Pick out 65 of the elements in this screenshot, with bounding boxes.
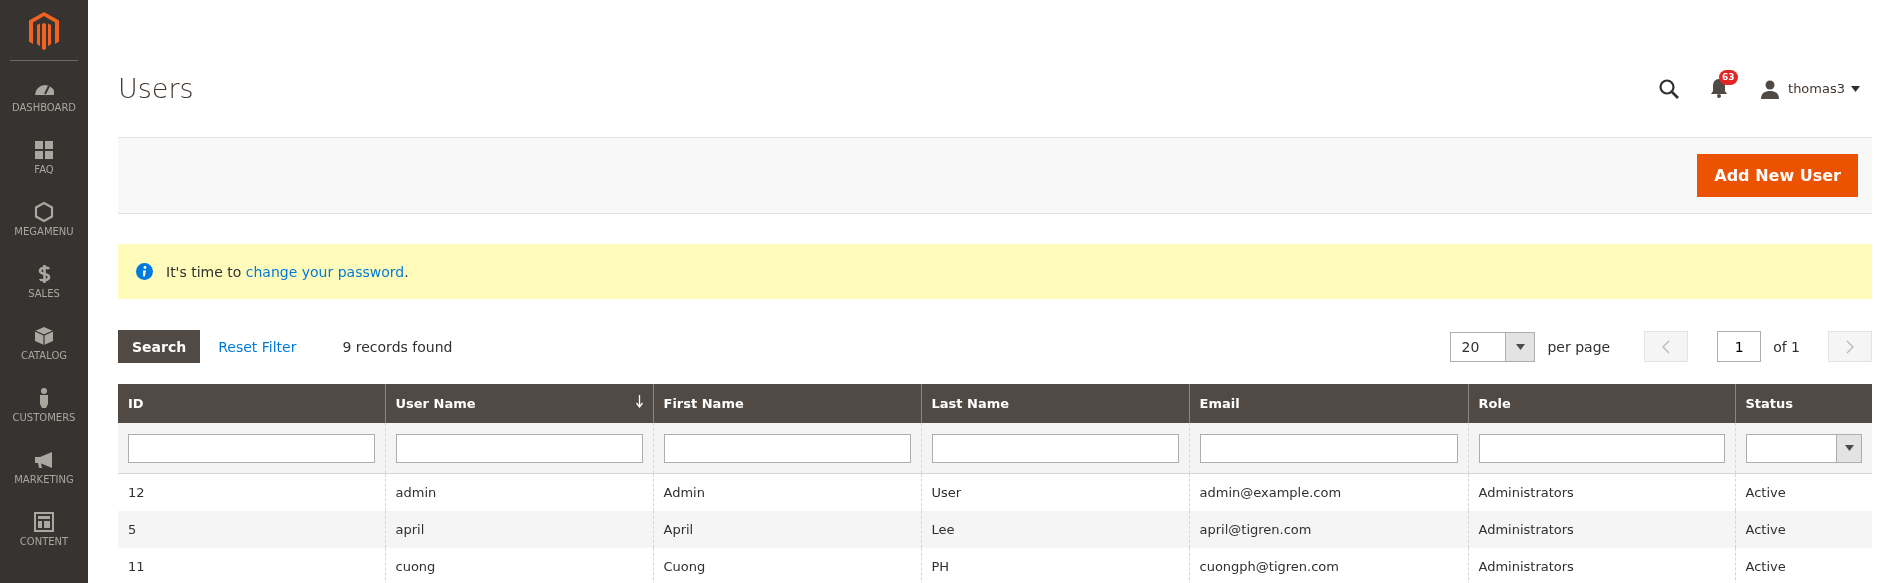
hexagon-icon xyxy=(33,201,55,223)
filter-field[interactable] xyxy=(128,433,375,463)
column-header[interactable]: Email xyxy=(1189,384,1468,423)
caret-icon xyxy=(1844,445,1854,451)
table-cell: Administrators xyxy=(1468,511,1735,548)
password-link[interactable]: change your password xyxy=(245,263,405,280)
per-page-select[interactable]: 20 xyxy=(1450,331,1536,362)
page-total: of 1 xyxy=(1773,338,1800,355)
table-cell: april@tigren.com xyxy=(1189,511,1468,548)
sidebar-item[interactable]: MEGAMENU xyxy=(0,197,88,259)
column-header[interactable]: First Name xyxy=(653,384,921,423)
user-name[interactable]: thomas3 xyxy=(1788,81,1845,96)
search-icon[interactable] xyxy=(1658,77,1681,100)
message-text: It's time to change your password. xyxy=(166,263,409,280)
filter-field[interactable] xyxy=(395,433,643,463)
logo-icon[interactable] xyxy=(29,12,59,50)
info-icon xyxy=(136,263,153,280)
chevron-left-icon xyxy=(1662,339,1671,354)
table-cell: 11 xyxy=(118,548,385,583)
caret-icon[interactable] xyxy=(1851,85,1860,92)
filter-field[interactable] xyxy=(1478,433,1725,463)
table-cell: PH xyxy=(921,548,1189,583)
column-header[interactable]: ID xyxy=(118,384,385,423)
sidebar-item[interactable]: DASHBOARD xyxy=(0,73,88,135)
page-title: Users xyxy=(118,73,195,104)
table-cell: 5 xyxy=(118,511,385,548)
page-input[interactable]: 1 xyxy=(1717,331,1762,362)
table-cell: Active xyxy=(1735,548,1872,583)
records-count: 9 records found xyxy=(342,338,454,355)
per-page-label: per page xyxy=(1547,338,1611,355)
filter-select[interactable] xyxy=(1745,433,1862,463)
table-cell: 12 xyxy=(118,473,385,511)
box-icon xyxy=(33,325,55,347)
table-cell: April xyxy=(653,511,921,548)
table-cell: april xyxy=(385,511,653,548)
sidebar-item[interactable]: CUSTOMERS xyxy=(0,383,88,445)
filter-field[interactable] xyxy=(663,433,911,463)
layout-icon xyxy=(33,511,55,533)
sidebar-item[interactable]: SALES xyxy=(0,259,88,321)
table-cell: Active xyxy=(1735,511,1872,548)
filter-field[interactable] xyxy=(1199,433,1458,463)
gauge-icon xyxy=(34,85,54,96)
reset-filter-link[interactable]: Reset Filter xyxy=(218,338,297,355)
search-button[interactable]: Search xyxy=(118,330,201,363)
sidebar-item[interactable]: FAQ xyxy=(0,135,88,197)
user-icon xyxy=(1760,78,1781,99)
sidebar-item[interactable]: CATALOG xyxy=(0,321,88,383)
notification-count: 63 xyxy=(1719,69,1738,85)
table-cell: cuong xyxy=(385,548,653,583)
column-header[interactable]: Status xyxy=(1735,384,1872,423)
sidebar-item[interactable]: MARKETING xyxy=(0,445,88,507)
add-user-button[interactable]: Add New User xyxy=(1697,154,1858,197)
sidebar-item[interactable]: CONTENT xyxy=(0,507,88,569)
filter-field[interactable] xyxy=(931,433,1179,463)
column-header[interactable]: User Name xyxy=(385,384,653,423)
column-header[interactable]: Last Name xyxy=(921,384,1189,423)
table-cell: cuongph@tigren.com xyxy=(1189,548,1468,583)
table-cell: Administrators xyxy=(1468,548,1735,583)
chevron-right-icon xyxy=(1846,339,1854,354)
table-cell: Cuong xyxy=(653,548,921,583)
table-cell: Lee xyxy=(921,511,1189,548)
column-header[interactable]: Role xyxy=(1468,384,1735,423)
megaphone-icon xyxy=(33,449,55,471)
grid-icon xyxy=(33,139,55,161)
caret-icon xyxy=(1515,343,1525,350)
